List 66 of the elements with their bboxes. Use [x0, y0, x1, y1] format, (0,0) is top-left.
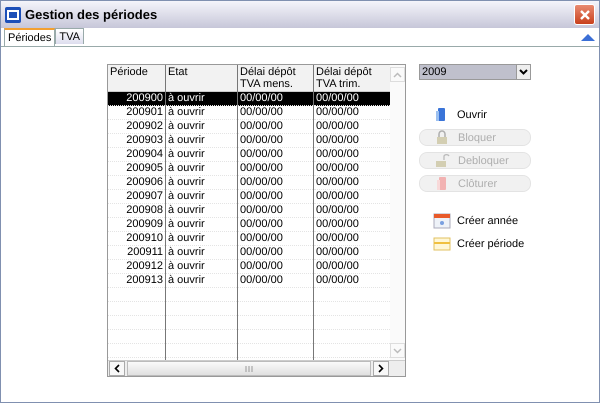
column-header[interactable]: Délai dépôt TVA mens.: [238, 65, 313, 92]
table-cell[interactable]: à ouvrir: [166, 218, 237, 232]
column-header[interactable]: Délai dépôt TVA trim.: [314, 65, 390, 92]
table-cell[interactable]: 200903: [108, 134, 165, 148]
table-cell[interactable]: 200906: [108, 176, 165, 190]
table-cell[interactable]: 00/00/00: [238, 92, 313, 106]
close-icon: [578, 8, 590, 20]
note-icon: [433, 235, 451, 252]
year-dropdown[interactable]: 2009: [419, 64, 531, 80]
create-button[interactable]: Créer période: [419, 235, 531, 252]
table-cell[interactable]: 00/00/00: [238, 120, 313, 134]
table-cell[interactable]: à ouvrir: [166, 92, 237, 106]
table-cell[interactable]: 200904: [108, 148, 165, 162]
create-button[interactable]: Créer année: [419, 212, 531, 229]
table-cell[interactable]: 00/00/00: [238, 218, 313, 232]
table-cell[interactable]: à ouvrir: [166, 274, 237, 288]
column-header[interactable]: Période: [108, 65, 165, 92]
table-cell[interactable]: 00/00/00: [238, 162, 313, 176]
table-cell[interactable]: 200900: [108, 92, 165, 106]
table-cell[interactable]: 00/00/00: [238, 232, 313, 246]
close-button[interactable]: [574, 4, 595, 25]
table-cell[interactable]: à ouvrir: [166, 134, 237, 148]
app-logo-icon: [5, 6, 21, 22]
table-cell[interactable]: 00/00/00: [238, 246, 313, 260]
scroll-thumb[interactable]: [127, 361, 371, 376]
table-cell[interactable]: 200901: [108, 106, 165, 120]
table-cell[interactable]: 00/00/00: [238, 148, 313, 162]
table-cell[interactable]: 00/00/00: [314, 92, 390, 106]
table-cell[interactable]: à ouvrir: [166, 176, 237, 190]
table-cell[interactable]: 00/00/00: [238, 134, 313, 148]
table-cell[interactable]: à ouvrir: [166, 260, 237, 274]
scroll-left-icon[interactable]: [109, 361, 125, 376]
tab[interactable]: TVA: [55, 28, 84, 44]
table-cell[interactable]: 200907: [108, 190, 165, 204]
table-cell[interactable]: à ouvrir: [166, 246, 237, 260]
table-cell[interactable]: 200902: [108, 120, 165, 134]
table-cell[interactable]: à ouvrir: [166, 106, 237, 120]
grip-icon: [245, 366, 253, 372]
table-cell[interactable]: 00/00/00: [238, 176, 313, 190]
collapse-icon[interactable]: [581, 33, 595, 41]
window-title: Gestion des périodes: [25, 7, 158, 22]
table-cell[interactable]: 200910: [108, 232, 165, 246]
table-cell[interactable]: 200912: [108, 260, 165, 274]
table-cell[interactable]: 00/00/00: [238, 190, 313, 204]
table-cell[interactable]: 00/00/00: [238, 260, 313, 274]
table-cell[interactable]: à ouvrir: [166, 148, 237, 162]
table-cell[interactable]: à ouvrir: [166, 204, 237, 218]
table-cell[interactable]: 200908: [108, 204, 165, 218]
column-header[interactable]: Etat: [166, 65, 237, 92]
horizontal-scrollbar[interactable]: [108, 360, 405, 376]
table-cell[interactable]: 00/00/00: [238, 274, 313, 288]
table-cell[interactable]: à ouvrir: [166, 162, 237, 176]
table-cell[interactable]: 200909: [108, 218, 165, 232]
tab[interactable]: Périodes: [4, 28, 56, 46]
calendar-icon: [433, 212, 451, 229]
table-cell[interactable]: 00/00/00: [238, 204, 313, 218]
table-cell[interactable]: 00/00/00: [238, 106, 313, 120]
table-cell[interactable]: à ouvrir: [166, 120, 237, 134]
table-cell[interactable]: à ouvrir: [166, 190, 237, 204]
table-cell[interactable]: à ouvrir: [166, 232, 237, 246]
table-cell[interactable]: 200911: [108, 246, 165, 260]
table-cell[interactable]: 200905: [108, 162, 165, 176]
open-button[interactable]: Ouvrir: [419, 106, 531, 123]
unlocked-lock-icon: [434, 152, 452, 169]
table-cell[interactable]: 200913: [108, 274, 165, 288]
scroll-right-icon[interactable]: [373, 361, 389, 376]
